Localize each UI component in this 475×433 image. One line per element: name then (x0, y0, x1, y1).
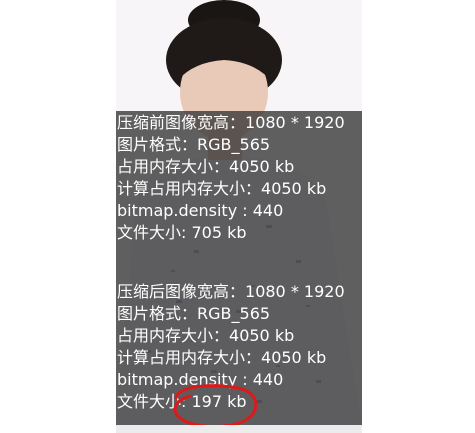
after-memory: 占用内存大小：4050 kb (117, 325, 372, 347)
after-density-label: bitmap.density : (117, 370, 253, 389)
after-computed-memory-label: 计算占用内存大小： (117, 348, 262, 367)
after-format-value: RGB_565 (197, 304, 271, 323)
after-file-size-value: 197 kb (191, 392, 247, 411)
after-computed-memory: 计算占用内存大小：4050 kb (117, 347, 372, 369)
bottom-strip (116, 425, 362, 433)
after-format-label: 图片格式： (117, 304, 198, 323)
before-format-label: 图片格式： (117, 135, 198, 154)
after-compression-info: 压缩后图像宽高：1080 * 1920 图片格式：RGB_565 占用内存大小：… (117, 281, 372, 413)
after-memory-label: 占用内存大小： (117, 326, 230, 345)
after-dimensions: 压缩后图像宽高：1080 * 1920 (117, 281, 372, 303)
before-memory: 占用内存大小：4050 kb (117, 156, 372, 178)
after-density: bitmap.density : 440 (117, 369, 372, 391)
before-memory-label: 占用内存大小： (117, 157, 230, 176)
before-file-size-value: 705 kb (191, 223, 247, 242)
before-computed-memory-value: 4050 kb (261, 179, 327, 198)
after-file-size: 文件大小: 197 kb (117, 391, 372, 413)
before-file-size: 文件大小: 705 kb (117, 222, 372, 244)
after-file-size-label: 文件大小: (117, 392, 192, 411)
before-density: bitmap.density : 440 (117, 200, 372, 222)
before-file-size-label: 文件大小: (117, 223, 192, 242)
after-dimensions-label: 压缩后图像宽高： (117, 282, 246, 301)
after-format: 图片格式：RGB_565 (117, 303, 372, 325)
after-dimensions-value: 1080 * 1920 (245, 282, 345, 301)
before-memory-value: 4050 kb (229, 157, 295, 176)
before-computed-memory: 计算占用内存大小：4050 kb (117, 178, 372, 200)
before-dimensions: 压缩前图像宽高：1080 * 1920 (117, 112, 372, 134)
before-format: 图片格式：RGB_565 (117, 134, 372, 156)
before-density-value: 440 (252, 201, 284, 220)
after-computed-memory-value: 4050 kb (261, 348, 327, 367)
before-computed-memory-label: 计算占用内存大小： (117, 179, 262, 198)
before-dimensions-value: 1080 * 1920 (245, 113, 345, 132)
before-compression-info: 压缩前图像宽高：1080 * 1920 图片格式：RGB_565 占用内存大小：… (117, 112, 372, 244)
after-memory-value: 4050 kb (229, 326, 295, 345)
after-density-value: 440 (252, 370, 284, 389)
before-format-value: RGB_565 (197, 135, 271, 154)
before-dimensions-label: 压缩前图像宽高： (117, 113, 246, 132)
app-screen: 压缩前图像宽高：1080 * 1920 图片格式：RGB_565 占用内存大小：… (0, 0, 475, 433)
before-density-label: bitmap.density : (117, 201, 253, 220)
